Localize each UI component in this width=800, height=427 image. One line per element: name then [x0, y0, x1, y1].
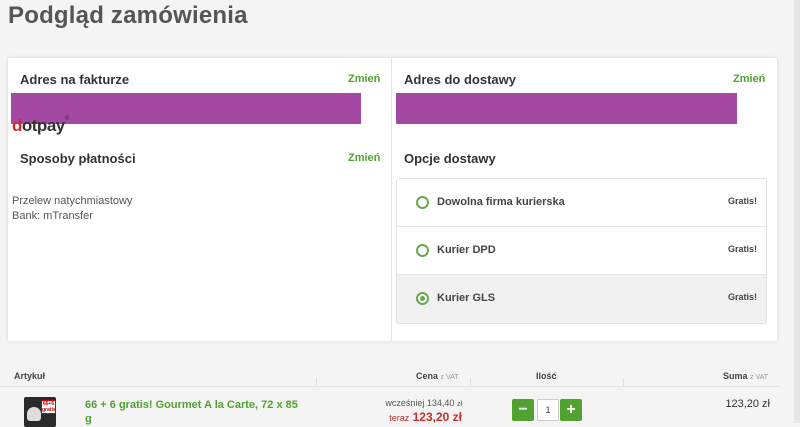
shipping-address-redacted — [396, 93, 737, 124]
delivery-option-price: Gratis! — [727, 196, 757, 206]
shipping-address-title: Adres do dostawy — [404, 72, 516, 87]
column-separator — [470, 378, 471, 386]
row-sum: 123,20 zł — [725, 398, 770, 410]
column-separator — [316, 378, 317, 386]
products-table-header: Artykuł Cena z VAT Ilość Suma z VAT — [0, 362, 780, 387]
column-article: Artykuł — [14, 371, 46, 381]
payment-change-link[interactable]: Zmień — [348, 152, 380, 164]
delivery-options-title: Opcje dostawy — [404, 151, 496, 166]
delivery-option-dpd[interactable]: Kurier DPD Gratis! — [397, 227, 766, 275]
promo-badge: 66+6 gratis — [41, 400, 56, 414]
dotpay-logo: dotpay® — [12, 116, 69, 135]
column-separator — [623, 378, 624, 386]
product-name-link[interactable]: 66 + 6 gratis! Gourmet A la Carte, 72 x … — [85, 398, 305, 426]
page-title: Podgląd zamówienia — [8, 2, 248, 29]
shipping-change-link[interactable]: Zmień — [733, 73, 765, 85]
radio-unchecked-icon[interactable] — [416, 244, 429, 257]
billing-address-title: Adres na fakturze — [20, 72, 130, 87]
decrease-qty-button[interactable]: − — [512, 399, 534, 421]
page-scrollbar[interactable] — [794, 0, 800, 423]
increase-qty-button[interactable]: + — [560, 399, 582, 421]
delivery-option-gls[interactable]: Kurier GLS Gratis! — [397, 275, 766, 323]
payment-method-name: Przelew natychmiastowy — [12, 195, 133, 207]
column-price: Cena z VAT — [416, 371, 459, 381]
delivery-option-price: Gratis! — [727, 244, 757, 254]
delivery-option-label: Dowolna firma kurierska — [437, 196, 565, 208]
column-divider — [391, 58, 392, 341]
quantity-input[interactable] — [537, 399, 559, 421]
current-price: teraz 123,20 zł — [389, 410, 462, 424]
radio-checked-icon[interactable] — [416, 292, 429, 305]
quantity-stepper: − + — [512, 399, 582, 421]
old-price: wcześniej 134,40 zł — [385, 398, 462, 408]
column-qty: Ilość — [536, 371, 557, 381]
delivery-option-label: Kurier GLS — [437, 292, 496, 304]
delivery-option-price: Gratis! — [727, 292, 757, 302]
delivery-option-label: Kurier DPD — [437, 244, 496, 256]
column-sum: Suma z VAT — [723, 371, 769, 381]
billing-change-link[interactable]: Zmień — [348, 73, 380, 85]
payment-methods-title: Sposoby płatności — [20, 151, 136, 166]
delivery-options-list: Dowolna firma kurierska Gratis! Kurier D… — [396, 178, 767, 324]
radio-unchecked-icon[interactable] — [416, 196, 429, 209]
cat-image-icon — [27, 407, 41, 421]
payment-bank: Bank: mTransfer — [12, 210, 93, 222]
delivery-option-courier-any[interactable]: Dowolna firma kurierska Gratis! — [397, 179, 766, 227]
